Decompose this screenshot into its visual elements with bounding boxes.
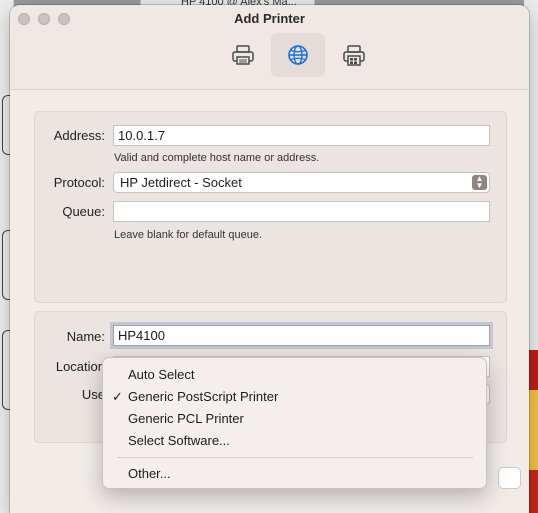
toolbar-windows-button[interactable] xyxy=(327,33,381,77)
name-field[interactable] xyxy=(113,325,490,346)
menu-item-label: Other... xyxy=(128,466,171,481)
location-label: Location xyxy=(55,359,105,374)
queue-field[interactable] xyxy=(113,201,490,222)
protocol-popup[interactable]: HP Jetdirect - Socket ▲ ▼ xyxy=(113,172,490,193)
menu-item-auto-select[interactable]: Auto Select xyxy=(103,364,488,386)
use-label: Use xyxy=(81,387,105,402)
add-button[interactable] xyxy=(498,467,521,489)
default-printer-icon xyxy=(232,45,254,65)
menu-item-label: Select Software... xyxy=(128,433,230,448)
toolbar-ip-button[interactable] xyxy=(271,33,325,77)
protocol-value: HP Jetdirect - Socket xyxy=(120,175,242,190)
menu-separator xyxy=(117,457,473,458)
address-field[interactable] xyxy=(113,125,490,146)
use-software-menu: Auto Select ✓ Generic PostScript Printer… xyxy=(102,357,487,489)
menu-item-other[interactable]: Other... xyxy=(103,463,488,485)
toolbar-default-button[interactable] xyxy=(216,33,270,77)
queue-hint: Leave blank for default queue. xyxy=(114,229,263,241)
menu-item-label: Generic PCL Printer xyxy=(128,411,244,426)
address-hint: Valid and complete host name or address. xyxy=(114,152,320,164)
globe-icon xyxy=(288,45,308,65)
connection-panel: Address: Valid and complete host name or… xyxy=(34,111,507,303)
address-label: Address: xyxy=(53,128,105,143)
queue-label: Queue: xyxy=(62,204,105,219)
menu-item-label: Auto Select xyxy=(128,367,195,382)
menu-item-generic-pcl[interactable]: Generic PCL Printer xyxy=(103,408,488,430)
protocol-label: Protocol: xyxy=(53,175,105,190)
chevron-updown-icon: ▲ ▼ xyxy=(472,175,487,190)
menu-item-select-software[interactable]: Select Software... xyxy=(103,430,488,452)
window-title: Add Printer xyxy=(234,11,305,26)
name-label: Name: xyxy=(66,329,105,344)
menu-item-label: Generic PostScript Printer xyxy=(128,389,279,404)
title-bar: Add Printer xyxy=(10,5,529,90)
menu-item-generic-postscript[interactable]: ✓ Generic PostScript Printer xyxy=(103,386,488,408)
windows-printer-icon xyxy=(343,45,365,66)
checkmark-icon: ✓ xyxy=(112,389,123,404)
